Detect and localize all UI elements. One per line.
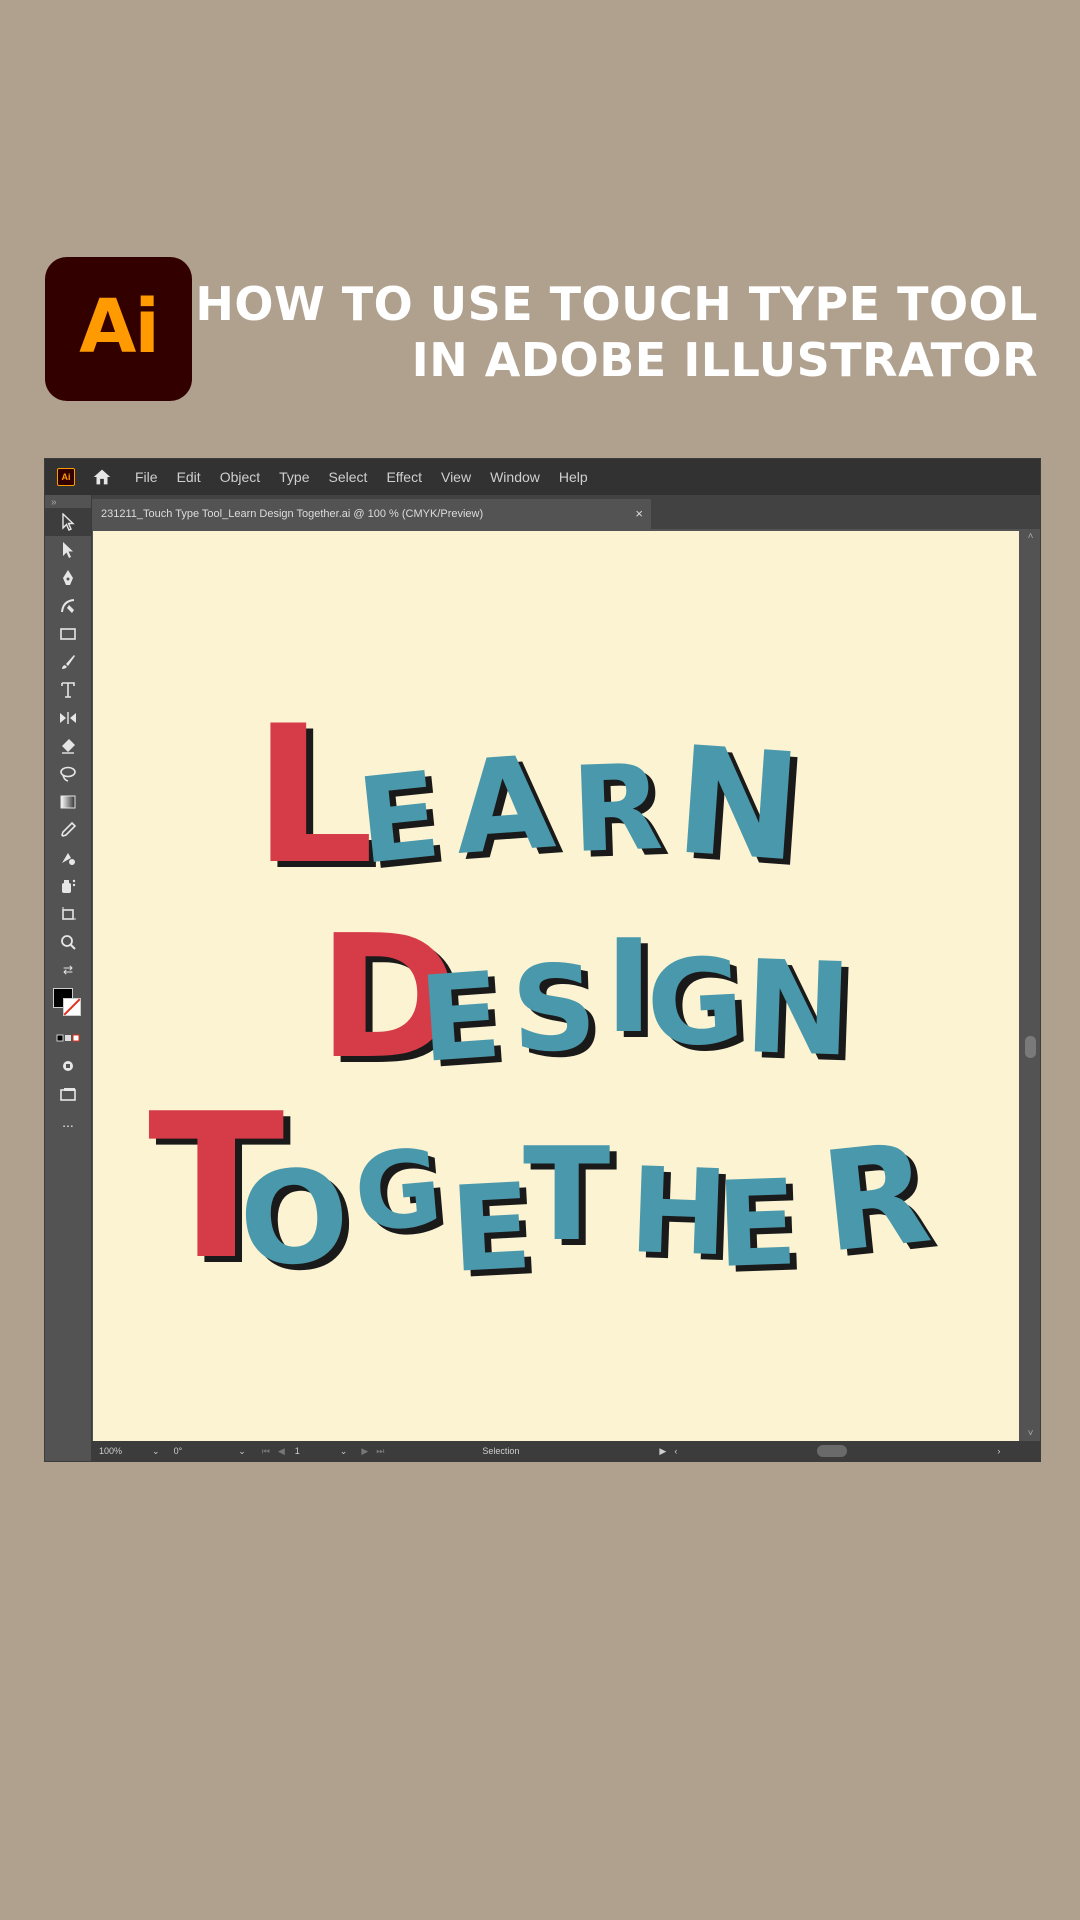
chevron-down-icon[interactable]: ⌄	[238, 1446, 246, 1457]
artboard-number[interactable]: 1	[295, 1446, 300, 1456]
chevron-down-icon[interactable]: ⌄	[152, 1446, 160, 1457]
glyph-line3-3[interactable]: E	[447, 1157, 535, 1299]
menu-window[interactable]: Window	[490, 469, 540, 485]
menu-help[interactable]: Help	[559, 469, 588, 485]
next-artboard-icon[interactable]: ▶	[361, 1446, 368, 1457]
title-line-1: HOW TO USE TOUCH TYPE TOOL	[195, 277, 1038, 331]
glyph-line2-1[interactable]: E	[415, 946, 505, 1089]
glyph-line1-4[interactable]: N	[671, 714, 807, 894]
symbol-sprayer-tool-icon[interactable]	[45, 872, 91, 900]
lasso-tool-icon[interactable]	[45, 760, 91, 788]
glyph-line2-5[interactable]: N	[742, 933, 854, 1086]
panel-grip-icon[interactable]: »	[51, 497, 91, 508]
glyph-line3-6[interactable]: E	[714, 1153, 799, 1294]
menu-edit[interactable]: Edit	[177, 469, 201, 485]
eyedropper-tool-icon[interactable]	[45, 816, 91, 844]
vertical-scrollbar[interactable]: ˄ ˅	[1021, 531, 1040, 1441]
close-tab-icon[interactable]: ×	[635, 506, 643, 521]
artboard-canvas[interactable]: LLEEAARRNNDDEESSIIGGNNTTOOGGEETTHHEERR	[93, 531, 1019, 1441]
glyph-line3-4[interactable]: T	[523, 1121, 610, 1270]
glyph-line1-3[interactable]: R	[569, 738, 665, 879]
color-mode-icon[interactable]	[45, 1024, 91, 1052]
glyph-line3-7[interactable]: R	[815, 1113, 938, 1284]
rotation-value[interactable]: 0°	[174, 1446, 183, 1456]
vertical-scroll-thumb[interactable]	[1025, 1036, 1036, 1058]
glyph-line2-4[interactable]: G	[643, 931, 747, 1074]
scroll-up-icon[interactable]: ˄	[1021, 531, 1040, 542]
stroke-swatch[interactable]	[63, 998, 81, 1016]
first-artboard-icon[interactable]: ⏮	[262, 1446, 270, 1457]
artboard-tool-icon[interactable]	[45, 900, 91, 928]
document-tab-label: 231211_Touch Type Tool_Learn Design Toge…	[101, 508, 484, 520]
home-icon[interactable]	[91, 466, 113, 488]
pen-tool-icon[interactable]	[45, 564, 91, 592]
adobe-illustrator-logo: Ai	[45, 257, 192, 401]
menu-select[interactable]: Select	[329, 469, 368, 485]
paintbrush-tool-icon[interactable]	[45, 648, 91, 676]
swap-fill-stroke-icon[interactable]: ⇄	[45, 956, 91, 984]
tools-panel: » ⇄ ...	[45, 495, 92, 1445]
screen-mode-icon[interactable]	[45, 1080, 91, 1108]
glyph-line3-1[interactable]: O	[235, 1141, 354, 1297]
direct-selection-tool-icon[interactable]	[45, 536, 91, 564]
status-bar: 100% ⌄ 0° ⌄ ⏮ ◀ 1 ⌄ ▶ ⏭ Selection ▶ ‹ ›	[91, 1441, 1040, 1461]
glyph-line3-2[interactable]: G	[349, 1126, 446, 1256]
prev-artboard-icon[interactable]: ◀	[278, 1446, 285, 1457]
learn-design-together-artwork[interactable]: LLEE AA RR NNDDEE SS IIGG NNTTOO GG EETT HHEE RR	[93, 531, 1019, 1441]
status-mode[interactable]: Selection	[482, 1446, 519, 1456]
illustrator-window: Ai File Edit Object Type Select Effect V…	[45, 459, 1040, 1461]
rectangle-tool-icon[interactable]	[45, 620, 91, 648]
fill-stroke-swatch[interactable]	[45, 984, 91, 1024]
more-tools-icon[interactable]: ...	[45, 1108, 91, 1136]
menu-view[interactable]: View	[441, 469, 471, 485]
eraser-tool-icon[interactable]	[45, 732, 91, 760]
type-tool-icon[interactable]	[45, 676, 91, 704]
curvature-tool-icon[interactable]	[45, 592, 91, 620]
page-title: HOW TO USE TOUCH TYPE TOOL IN ADOBE ILLU…	[178, 276, 1038, 388]
menu-items: File Edit Object Type Select Effect View…	[135, 469, 607, 485]
scroll-down-icon[interactable]: ˅	[1021, 1428, 1040, 1439]
chevron-down-icon[interactable]: ⌄	[340, 1446, 348, 1457]
menu-object[interactable]: Object	[220, 469, 260, 485]
glyph-line1-2[interactable]: A	[450, 728, 559, 884]
blend-tool-icon[interactable]	[45, 844, 91, 872]
menu-file[interactable]: File	[135, 469, 158, 485]
gradient-tool-icon[interactable]	[45, 788, 91, 816]
width-tool-icon[interactable]	[45, 704, 91, 732]
document-tab-strip: 231211_Touch Type Tool_Learn Design Toge…	[91, 495, 1040, 529]
glyph-line2-2[interactable]: S	[509, 938, 599, 1079]
selection-tool-icon[interactable]	[45, 508, 91, 536]
last-artboard-icon[interactable]: ⏭	[376, 1446, 384, 1457]
scroll-right-icon[interactable]: ›	[997, 1446, 1000, 1456]
horizontal-scroll-thumb[interactable]	[817, 1445, 848, 1457]
menu-bar: Ai File Edit Object Type Select Effect V…	[45, 459, 1040, 495]
title-line-2: IN ADOBE ILLUSTRATOR	[411, 333, 1038, 387]
document-tab[interactable]: 231211_Touch Type Tool_Learn Design Toge…	[91, 499, 651, 529]
zoom-level[interactable]: 100%	[99, 1446, 122, 1456]
menu-type[interactable]: Type	[279, 469, 309, 485]
drawing-mode-icon[interactable]	[45, 1052, 91, 1080]
scroll-left-icon[interactable]: ‹	[674, 1446, 677, 1456]
app-icon[interactable]: Ai	[57, 468, 75, 486]
zoom-tool-icon[interactable]	[45, 928, 91, 956]
glyph-line1-1[interactable]: E	[352, 745, 447, 891]
status-menu-icon[interactable]: ▶	[659, 1446, 666, 1457]
menu-effect[interactable]: Effect	[386, 469, 422, 485]
